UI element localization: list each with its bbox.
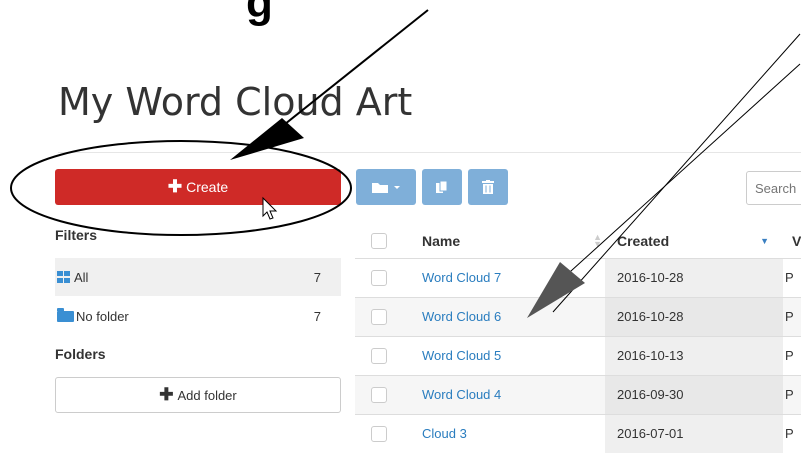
copy-icon (436, 180, 448, 193)
create-button[interactable]: ✚ Create (55, 169, 341, 205)
row-created: 2016-10-28 (605, 298, 783, 336)
plus-icon: ✚ (167, 177, 183, 196)
add-folder-label: Add folder (177, 387, 237, 403)
table-row[interactable]: Word Cloud 4 2016-09-30 P (355, 375, 801, 414)
filter-no-folder-count: 7 (313, 308, 321, 324)
column-header-name[interactable]: Name ▲ ▼ (422, 222, 602, 260)
create-button-label: Create (186, 179, 229, 195)
search-wrapper (746, 171, 801, 205)
folders-heading: Folders (55, 346, 106, 362)
row-name-link[interactable]: Word Cloud 4 (422, 376, 501, 414)
table-row[interactable]: Word Cloud 7 2016-10-28 P (355, 258, 801, 297)
column-created-label: Created (617, 233, 670, 249)
filter-all[interactable]: All 7 (55, 258, 341, 296)
delete-button[interactable] (468, 169, 508, 205)
row-visibility: P (785, 348, 794, 363)
row-checkbox[interactable] (371, 387, 387, 403)
filter-all-count: 7 (313, 269, 321, 285)
row-name-link[interactable]: Word Cloud 7 (422, 259, 501, 297)
filters-heading: Filters (55, 227, 98, 243)
row-checkbox[interactable] (371, 270, 387, 286)
column-visibility-label: V (792, 233, 801, 249)
page-title: My Word Cloud Art (58, 80, 413, 124)
row-created: 2016-10-28 (605, 259, 783, 297)
add-folder-button[interactable]: ✚ Add folder (55, 377, 341, 413)
divider (58, 152, 801, 153)
trash-icon (482, 180, 494, 194)
row-visibility: P (785, 387, 794, 402)
table-row[interactable]: Word Cloud 5 2016-10-13 P (355, 336, 801, 375)
folder-open-icon (372, 183, 400, 193)
column-name-label: Name (422, 233, 461, 249)
sort-icon: ▲ ▼ (593, 232, 602, 249)
row-checkbox[interactable] (371, 309, 387, 325)
row-created: 2016-10-13 (605, 337, 783, 375)
row-checkbox[interactable] (371, 348, 387, 364)
banner-text: g (246, 0, 274, 27)
folder-icon (57, 307, 74, 322)
row-name-link[interactable]: Cloud 3 (422, 415, 467, 453)
row-visibility: P (785, 426, 794, 441)
filter-no-folder-label: No folder (76, 308, 129, 324)
select-all-cell (371, 222, 387, 260)
select-all-checkbox[interactable] (371, 233, 387, 249)
row-name-link[interactable]: Word Cloud 5 (422, 337, 501, 375)
search-input[interactable] (746, 171, 801, 205)
filter-all-label: All (74, 269, 89, 285)
sort-desc-icon: ▼ (760, 236, 769, 246)
column-header-created[interactable]: Created ▼ (617, 222, 769, 260)
table-row[interactable]: Word Cloud 6 2016-10-28 P (355, 297, 801, 336)
plus-icon: ✚ (159, 385, 174, 404)
column-header-visibility[interactable]: V (792, 222, 801, 260)
row-created: 2016-09-30 (605, 376, 783, 414)
row-created: 2016-07-01 (605, 415, 783, 453)
grid-icon (57, 271, 70, 283)
row-visibility: P (785, 309, 794, 324)
arrow-head-create (230, 118, 304, 160)
row-visibility: P (785, 270, 794, 285)
move-to-folder-button[interactable] (356, 169, 416, 205)
duplicate-button[interactable] (422, 169, 462, 205)
row-name-link[interactable]: Word Cloud 6 (422, 298, 501, 336)
filter-no-folder[interactable]: No folder 7 (55, 297, 341, 335)
table-row[interactable]: Cloud 3 2016-07-01 P (355, 414, 801, 453)
